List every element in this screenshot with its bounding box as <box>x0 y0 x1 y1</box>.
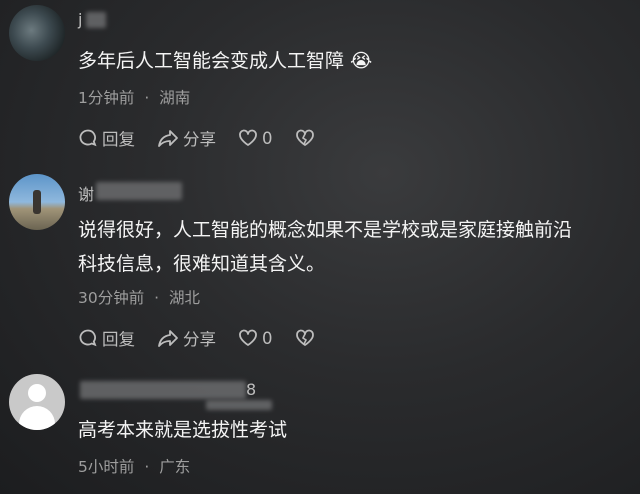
comment-location: 广东 <box>159 458 191 476</box>
share-button[interactable]: 分享 <box>157 326 216 350</box>
reply-label: 回复 <box>102 330 135 349</box>
broken-heart-icon <box>295 129 314 146</box>
comment-actions: 回复 分享 0 <box>78 326 341 350</box>
username[interactable]: 谢 <box>78 181 94 205</box>
username[interactable]: j <box>78 10 82 29</box>
share-label: 分享 <box>183 130 216 149</box>
username-redaction <box>86 12 106 28</box>
dislike-button[interactable] <box>295 128 319 148</box>
username-redaction <box>96 182 182 200</box>
comment-text: 高考本来就是选拔性考试 <box>78 419 288 441</box>
comment-meta: 5小时前 · 广东 <box>78 455 190 477</box>
comment-time: 30分钟前 <box>78 289 145 307</box>
broken-heart-icon <box>295 329 314 346</box>
reply-label: 回复 <box>102 130 135 149</box>
username-redaction-2 <box>206 400 272 410</box>
meta-separator: · <box>154 289 160 307</box>
heart-icon <box>239 129 257 146</box>
avatar[interactable] <box>9 174 65 230</box>
comment-location: 湖南 <box>159 89 191 107</box>
comment-icon <box>79 329 97 347</box>
comment-actions: 回复 分享 0 <box>78 126 341 150</box>
avatar[interactable] <box>9 374 65 430</box>
like-button[interactable]: 0 <box>238 328 273 348</box>
like-count: 0 <box>262 128 273 148</box>
reply-button[interactable]: 回复 <box>78 126 135 150</box>
username[interactable]: 8 <box>246 380 256 399</box>
comment-text-line-2: 科技信息，很难知道其含义。 <box>78 253 326 275</box>
share-icon <box>158 330 178 347</box>
comment-text-line-1: 说得很好，人工智能的概念如果不是学校或是家庭接触前沿 <box>78 219 573 241</box>
comment-text: 多年后人工智能会变成人工智障 😭 <box>78 50 373 72</box>
comment-time: 5小时前 <box>78 458 135 476</box>
share-icon <box>158 130 178 147</box>
comment-location: 湖北 <box>169 289 201 307</box>
heart-icon <box>239 329 257 346</box>
reply-button[interactable]: 回复 <box>78 326 135 350</box>
comment-meta: 1分钟前 · 湖南 <box>78 86 190 108</box>
meta-separator: · <box>144 89 150 107</box>
share-button[interactable]: 分享 <box>157 126 216 150</box>
like-count: 0 <box>262 328 273 348</box>
comment-meta: 30分钟前 · 湖北 <box>78 286 200 308</box>
share-label: 分享 <box>183 330 216 349</box>
avatar[interactable] <box>9 5 65 61</box>
comment-time: 1分钟前 <box>78 89 135 107</box>
meta-separator: · <box>144 458 150 476</box>
comment-icon <box>79 129 97 147</box>
username-redaction <box>80 381 246 399</box>
like-button[interactable]: 0 <box>238 128 273 148</box>
dislike-button[interactable] <box>295 328 319 348</box>
